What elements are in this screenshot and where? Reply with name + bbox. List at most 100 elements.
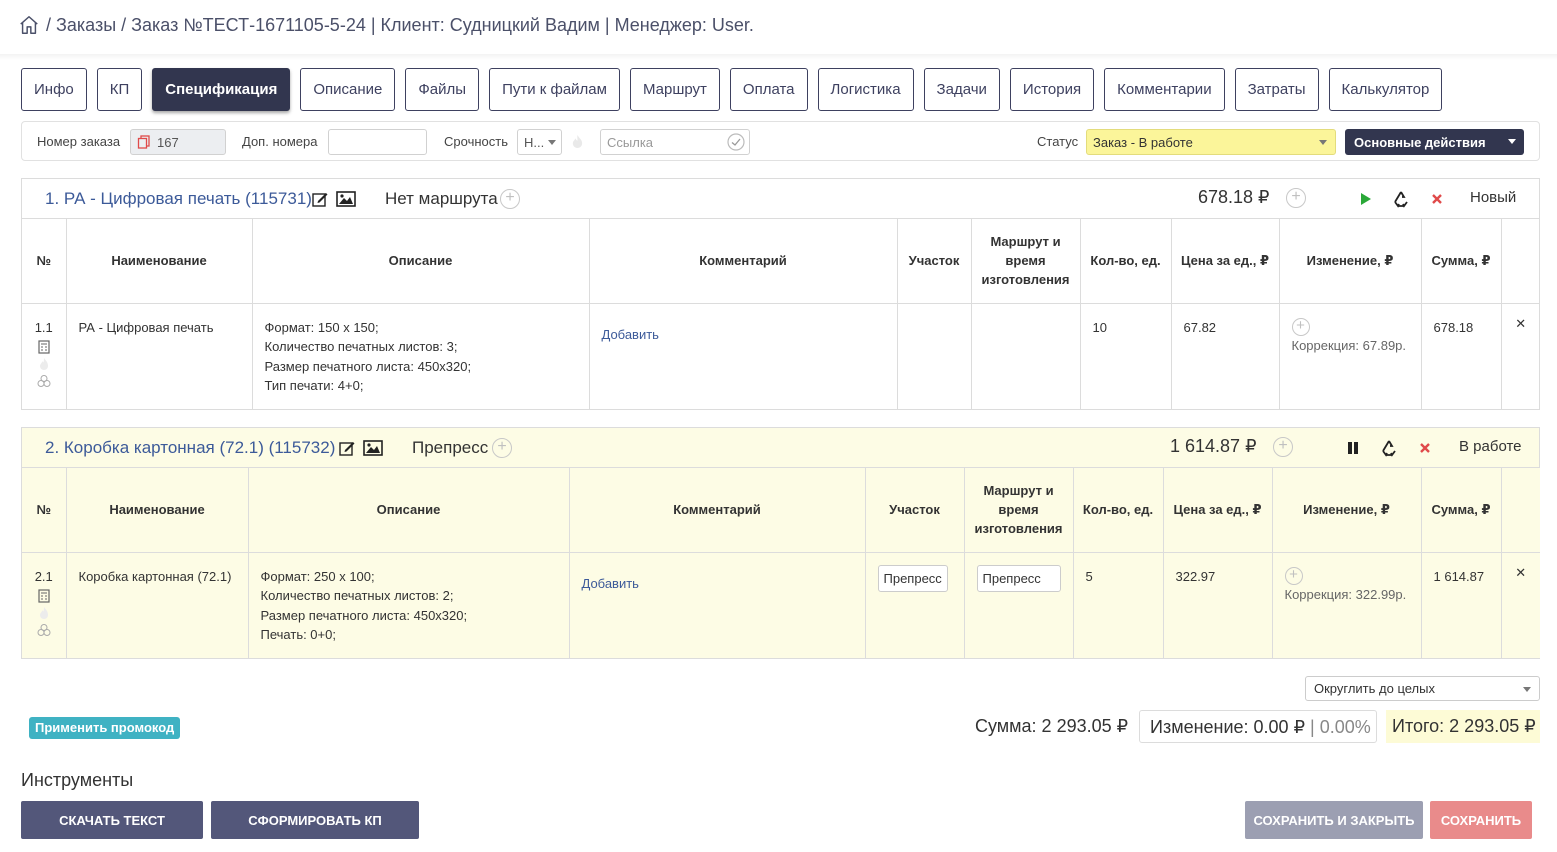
product-header: 1. РА - Цифровая печать (115731) Нет мар…	[22, 179, 1539, 219]
urgency-select[interactable]: Н...	[517, 129, 562, 155]
row-route: Препресс	[964, 552, 1074, 658]
col-sum: Сумма, ₽	[1421, 468, 1502, 553]
image-icon[interactable]	[336, 190, 356, 208]
route-input[interactable]: Препресс	[976, 564, 1061, 592]
recycle-icon[interactable]	[1392, 190, 1410, 208]
add-change-icon[interactable]: +	[1284, 566, 1303, 585]
edit-icon[interactable]	[311, 190, 329, 208]
row-price[interactable]: 322.97	[1163, 552, 1273, 658]
tab-history[interactable]: История	[1009, 68, 1095, 111]
col-route: Маршрут и время изготовления	[964, 468, 1074, 553]
image-icon[interactable]	[363, 439, 383, 457]
section-input[interactable]: Препресс	[877, 564, 948, 592]
tab-file-paths[interactable]: Пути к файлам	[489, 68, 620, 111]
tab-description[interactable]: Описание	[300, 68, 396, 111]
tab-info[interactable]: Инфо	[21, 68, 87, 111]
table-row: 2.1 Коробка картонная (72.1) Формат: 250…	[22, 552, 1540, 658]
delete-row-icon[interactable]: ✕	[1501, 552, 1540, 658]
tab-specification[interactable]: Спецификация	[152, 68, 291, 111]
main-actions-dropdown[interactable]: Основные действия	[1345, 129, 1524, 155]
col-name: Наименование	[66, 219, 253, 304]
add-comment-link[interactable]: Добавить	[582, 574, 639, 594]
add-route-icon[interactable]: +	[500, 189, 520, 209]
pause-icon[interactable]	[1344, 439, 1362, 457]
link-input[interactable]: Ссылка	[600, 129, 750, 155]
flame-icon[interactable]	[37, 357, 51, 371]
add-route-icon[interactable]: +	[492, 438, 512, 458]
apply-promo-button[interactable]: Применить промокод	[29, 717, 181, 739]
product-header: 2. Коробка картонная (72.1) (115732) Пре…	[22, 428, 1539, 468]
tools-title: Инструменты	[21, 770, 134, 790]
order-number-value: 167	[157, 134, 179, 150]
add-sum-icon[interactable]: +	[1286, 188, 1306, 208]
desc-line: Формат: 250 х 100;	[260, 568, 375, 584]
tab-tasks[interactable]: Задачи	[923, 68, 1000, 111]
add-comment-link[interactable]: Добавить	[602, 325, 659, 345]
tab-costs[interactable]: Затраты	[1234, 68, 1319, 111]
delete-row-icon[interactable]: ✕	[1501, 303, 1540, 409]
coins-icon[interactable]	[37, 623, 51, 637]
col-price: Цена за ед., ₽	[1163, 468, 1273, 553]
table-header-row: № Наименование Описание Комментарий Учас…	[22, 468, 1540, 553]
recycle-icon[interactable]	[1380, 439, 1398, 457]
row-price[interactable]: 67.82	[1171, 303, 1280, 409]
tab-logistics[interactable]: Логистика	[817, 68, 914, 111]
extra-numbers-input[interactable]	[328, 129, 427, 155]
tab-bar: Инфо КП Спецификация Описание Файлы Пути…	[21, 68, 1452, 111]
make-kp-button[interactable]: СФОРМИРОВАТЬ КП	[211, 801, 419, 839]
main-actions-label: Основные действия	[1354, 134, 1486, 150]
add-sum-icon[interactable]: +	[1273, 437, 1293, 457]
play-icon[interactable]	[1356, 190, 1374, 208]
col-qty: Кол-во, ед.	[1073, 468, 1164, 553]
rounding-value: Округлить до целых	[1314, 681, 1435, 696]
coins-icon[interactable]	[37, 374, 51, 388]
tab-route[interactable]: Маршрут	[629, 68, 720, 111]
row-name: Коробка картонная (72.1)	[66, 552, 249, 658]
save-button[interactable]: СОХРАНИТЬ	[1430, 801, 1532, 839]
desc-line: Тип печати: 4+0;	[264, 378, 364, 393]
cancel-icon[interactable]	[1416, 439, 1434, 457]
tab-kp[interactable]: КП	[96, 68, 143, 111]
col-qty: Кол-во, ед.	[1080, 219, 1172, 304]
status-select[interactable]: Заказ - В работе	[1086, 129, 1336, 155]
col-description: Описание	[252, 219, 590, 304]
row-qty[interactable]: 10	[1080, 303, 1172, 409]
product-title[interactable]: 1. РА - Цифровая печать (115731)	[45, 189, 312, 209]
calc-icon[interactable]	[37, 340, 51, 354]
tab-files[interactable]: Файлы	[405, 68, 480, 111]
calc-icon[interactable]	[37, 589, 51, 603]
flame-icon[interactable]	[37, 606, 51, 620]
tab-payment[interactable]: Оплата	[729, 68, 808, 111]
cancel-icon[interactable]	[1428, 190, 1446, 208]
add-change-icon[interactable]: +	[1291, 317, 1310, 336]
order-number-field[interactable]: 167	[130, 129, 226, 155]
check-circle-icon[interactable]	[727, 133, 745, 151]
row-change: + Коррекция: 67.89р.	[1279, 303, 1422, 409]
row-sum: 1 614.87	[1421, 552, 1502, 658]
save-and-close-button[interactable]: СОХРАНИТЬ И ЗАКРЫТЬ	[1245, 801, 1423, 839]
rounding-select[interactable]: Округлить до целых	[1305, 676, 1540, 701]
status-label: Статус	[1037, 134, 1079, 149]
home-icon[interactable]	[18, 14, 40, 36]
totals-change-box: Изменение: 0.00 ₽ | 0.00%	[1139, 710, 1377, 743]
flame-icon[interactable]	[571, 134, 584, 149]
row-sum: 678.18	[1421, 303, 1502, 409]
copy-icon[interactable]	[137, 135, 151, 149]
product-card: 1. РА - Цифровая печать (115731) Нет мар…	[21, 178, 1540, 410]
row-name: РА - Цифровая печать	[66, 303, 253, 409]
col-price: Цена за ед., ₽	[1171, 219, 1280, 304]
download-text-button[interactable]: СКАЧАТЬ ТЕКСТ	[21, 801, 203, 839]
col-actions	[1501, 468, 1540, 553]
desc-line: Количество печатных листов: 3;	[264, 339, 458, 354]
row-comment: Добавить	[589, 303, 898, 409]
tab-comments[interactable]: Комментарии	[1104, 68, 1225, 111]
col-num: №	[22, 468, 67, 553]
product-title[interactable]: 2. Коробка картонная (72.1) (115732)	[45, 438, 335, 458]
col-name: Наименование	[66, 468, 249, 553]
desc-line: Размер печатного листа: 450х320;	[264, 358, 472, 374]
row-qty[interactable]: 5	[1073, 552, 1164, 658]
chevron-down-icon	[548, 140, 556, 145]
tab-calculator[interactable]: Калькулятор	[1328, 68, 1443, 111]
edit-icon[interactable]	[338, 439, 356, 457]
table-row: 1.1 РА - Цифровая печать Формат: 150 х 1…	[22, 303, 1540, 409]
